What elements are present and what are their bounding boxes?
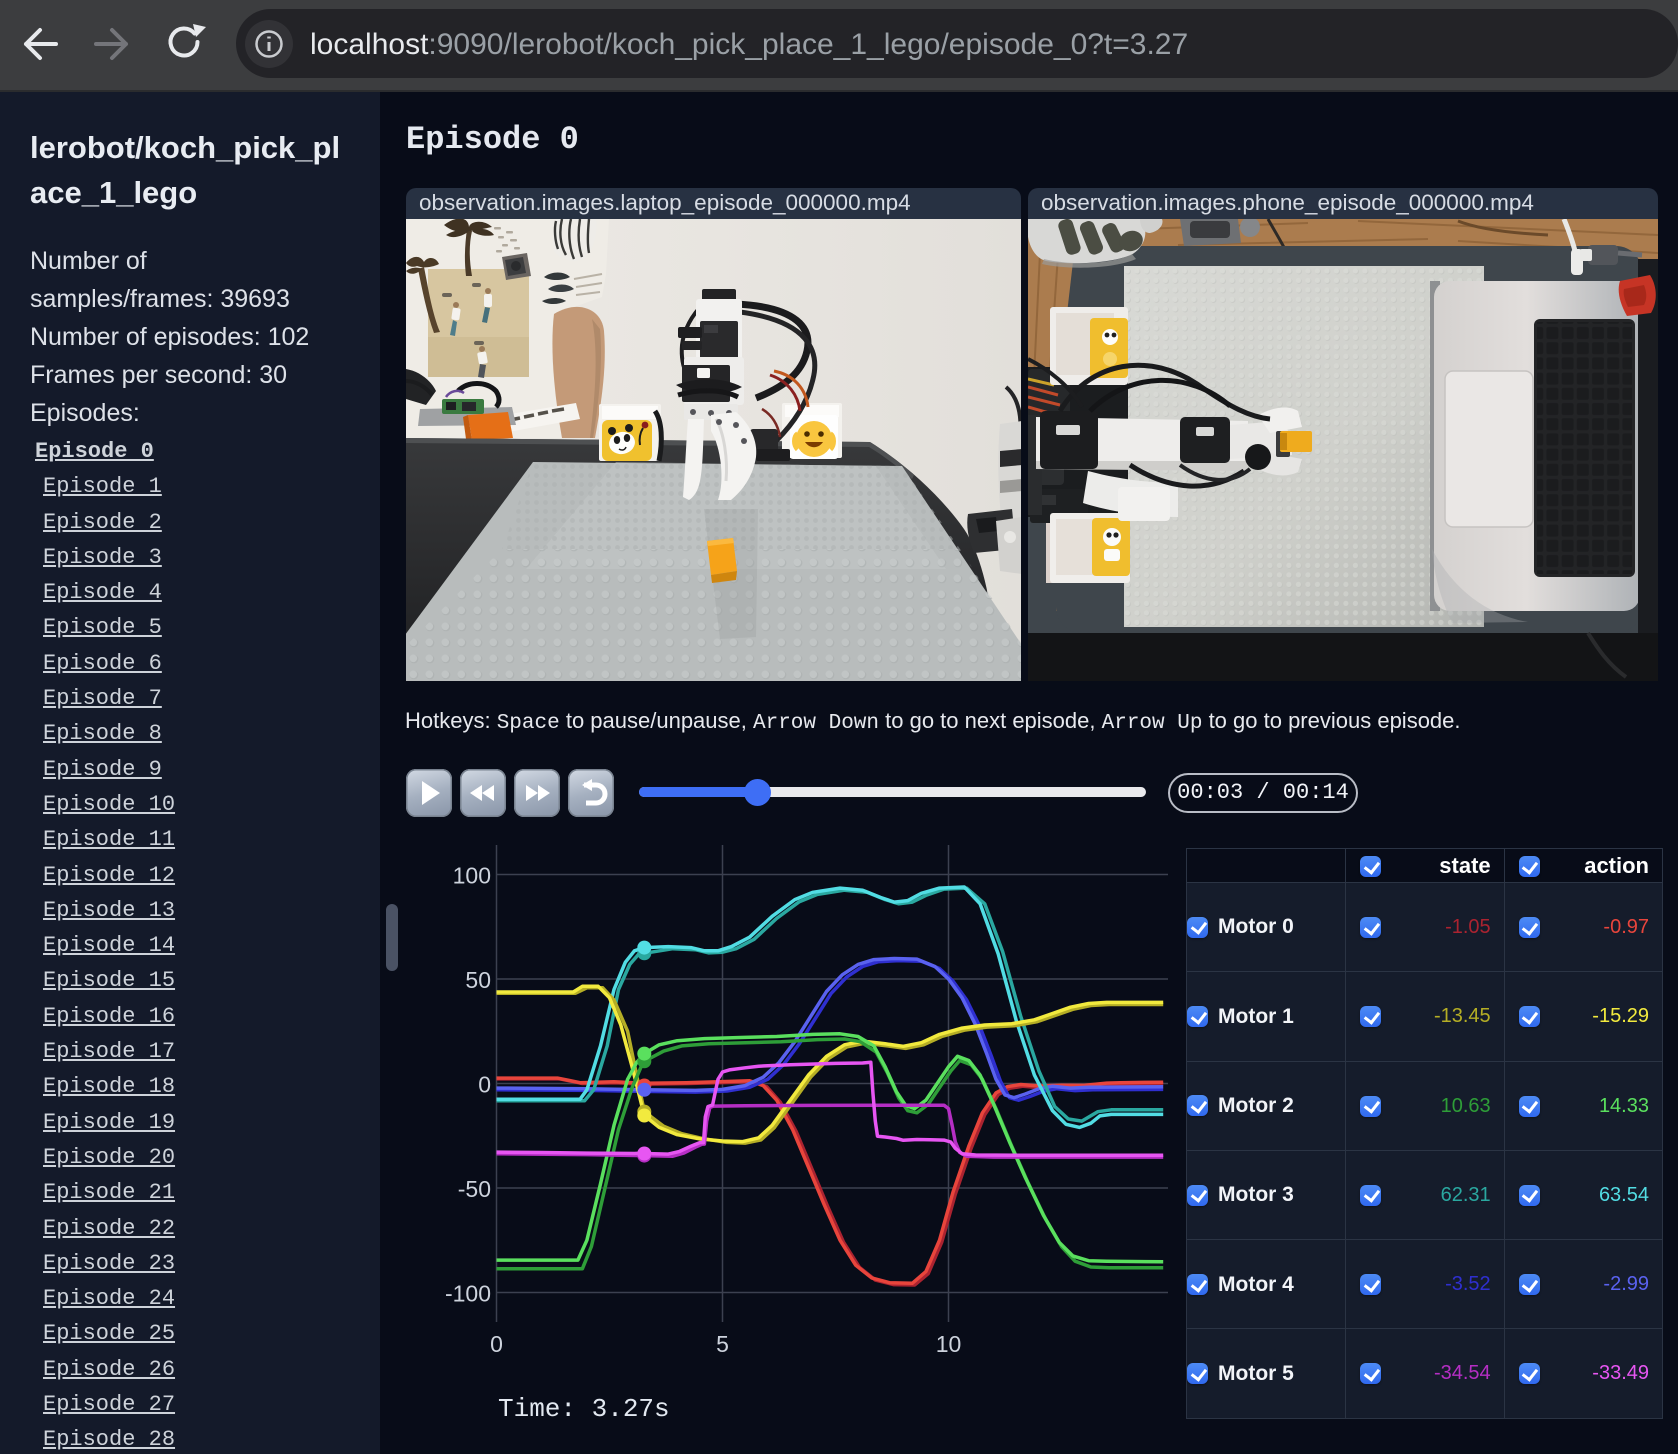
svg-text:-50: -50 <box>458 1176 491 1202</box>
svg-text:-100: -100 <box>445 1281 491 1307</box>
svg-text:0: 0 <box>490 1331 503 1357</box>
svg-text:10: 10 <box>936 1331 962 1357</box>
svg-text:5: 5 <box>716 1331 729 1357</box>
svg-text:50: 50 <box>465 967 491 993</box>
svg-text:0: 0 <box>478 1072 491 1098</box>
svg-text:100: 100 <box>453 863 491 889</box>
